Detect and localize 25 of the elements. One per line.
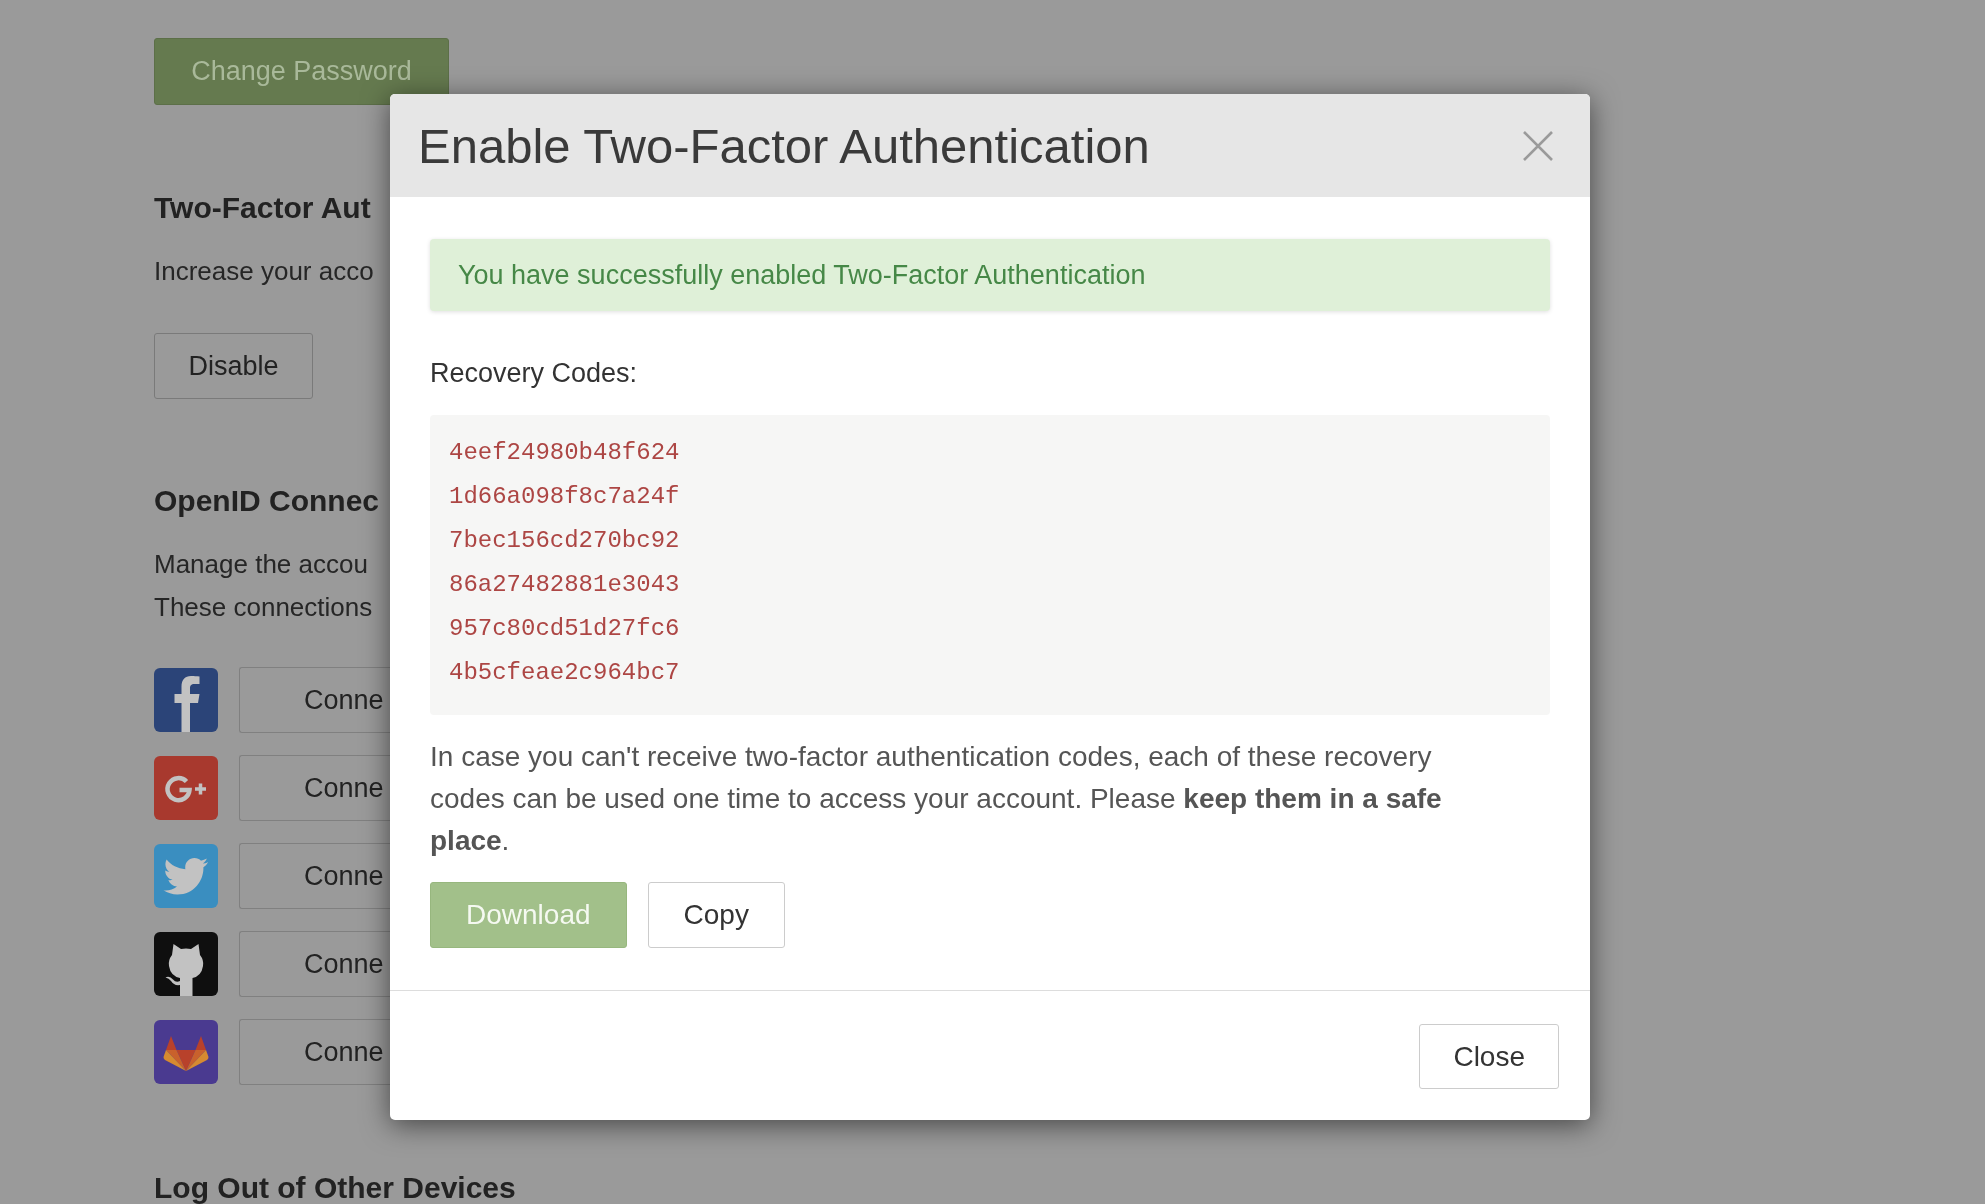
instruction-text: In case you can't receive two-factor authentication codes, each of these recovery codes can be used one time to access your account. Please keep them in a safe place. bbox=[430, 740, 1443, 858]
recovery-code: 957c80cd51d27fc6 bbox=[449, 614, 680, 644]
section-heading: OpenID Connec bbox=[154, 483, 379, 519]
close-icon[interactable] bbox=[1522, 129, 1554, 162]
section-description: These connections bbox=[154, 591, 373, 624]
fox-logo-icon bbox=[154, 1020, 218, 1084]
section-heading: Two-Factor Aut bbox=[154, 190, 371, 226]
recovery-code: 4eef24980b48f624 bbox=[449, 438, 680, 468]
g-plus-logo-icon bbox=[154, 756, 218, 820]
success-alert: You have successfully enabled Two-Factor Authentication bbox=[430, 239, 1550, 311]
copy-button[interactable]: Copy bbox=[647, 882, 785, 948]
recovery-code: 1d66a098f8c7a24f bbox=[449, 482, 680, 512]
recovery-code: 86a27482881e3043 bbox=[449, 570, 680, 600]
section-heading: Log Out of Other Devices bbox=[154, 1174, 516, 1202]
recovery-code: 7bec156cd270bc92 bbox=[449, 526, 680, 556]
section-description: Increase your acco bbox=[154, 255, 374, 288]
section-description: Manage the accou bbox=[154, 548, 368, 581]
letter-f-logo-icon bbox=[154, 668, 218, 732]
recovery-codes-label: Recovery Codes: bbox=[430, 357, 638, 390]
close-button[interactable]: Close bbox=[1419, 1024, 1559, 1089]
bird-logo-icon bbox=[154, 844, 218, 908]
modal-title: Enable Two-Factor Authentication bbox=[418, 117, 1150, 175]
cat-logo-icon bbox=[154, 932, 218, 996]
disable-button[interactable]: Disable bbox=[154, 333, 313, 399]
recovery-code: 4b5cfeae2c964bc7 bbox=[449, 658, 680, 688]
